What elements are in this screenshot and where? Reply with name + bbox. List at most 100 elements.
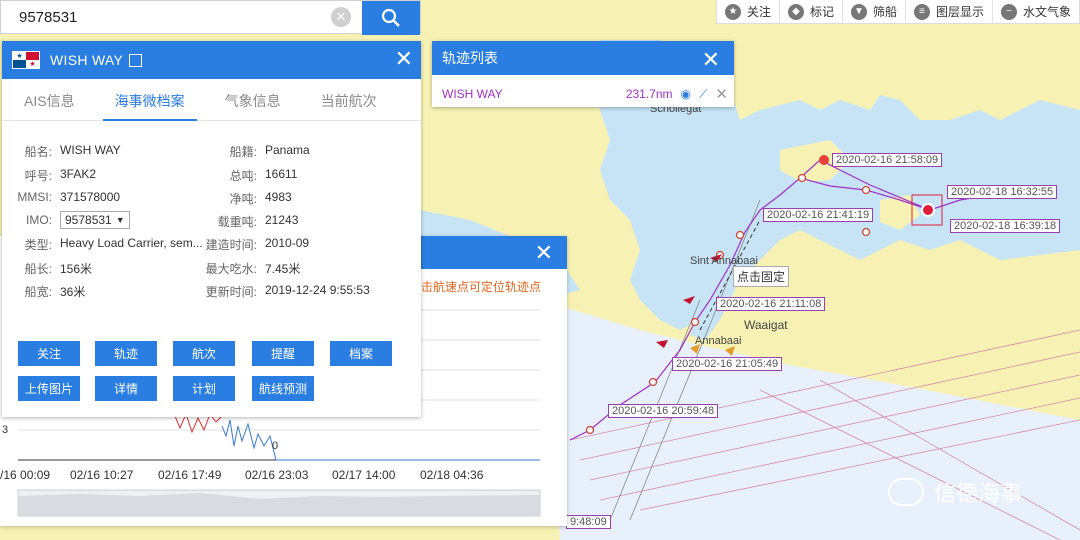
field-label: 船宽: bbox=[24, 285, 52, 299]
track-label[interactable]: 2020-02-18 16:32:55 bbox=[947, 185, 1058, 199]
plan-button[interactable]: 计划 bbox=[173, 376, 235, 401]
field-value: 156米 bbox=[60, 262, 93, 276]
toolbar-label: 图层显示 bbox=[935, 5, 984, 19]
layers-icon: ≡ bbox=[913, 3, 930, 20]
x-tick: /16 00:09 bbox=[0, 468, 51, 482]
place-annabaai: Annabaai bbox=[695, 335, 742, 347]
field-label: IMO: bbox=[26, 213, 52, 227]
reminder-button[interactable]: 提醒 bbox=[252, 341, 314, 366]
field-value: 3FAK2 bbox=[60, 167, 97, 181]
field-value: Heavy Load Carrier, sem... bbox=[60, 236, 203, 250]
x-tick: 02/16 23:03 bbox=[245, 468, 309, 482]
filter-icon: ▼ bbox=[850, 3, 867, 20]
route-forecast-button[interactable]: 航线预测 bbox=[252, 376, 314, 401]
x-tick: 02/16 17:49 bbox=[158, 468, 222, 482]
search-button[interactable] bbox=[362, 1, 420, 35]
field-value: 36米 bbox=[60, 285, 86, 299]
search-input[interactable] bbox=[1, 2, 321, 32]
field-value: 371578000 bbox=[60, 190, 121, 204]
track-label[interactable]: 2020-02-16 21:05:49 bbox=[672, 357, 783, 371]
voyage-button[interactable]: 航次 bbox=[173, 341, 235, 366]
toolbar-follow[interactable]: ★ 关注 bbox=[717, 0, 780, 24]
field-label: 船长: bbox=[24, 262, 52, 276]
toolbar-label: 水文气象 bbox=[1022, 5, 1071, 19]
field-label: 总吨: bbox=[229, 169, 257, 183]
x-tick: 02/16 10:27 bbox=[70, 468, 134, 482]
place-waaigat: Waaigat bbox=[744, 318, 788, 332]
field-label: 净吨: bbox=[229, 192, 257, 206]
field-label: 呼号: bbox=[24, 169, 52, 183]
panama-flag-icon: ★ ★ bbox=[12, 51, 40, 69]
ship-info-panel: ★ ★ WISH WAY ✕ AIS信息 海事微档案 气象信息 当前航次 船名:… bbox=[2, 41, 421, 417]
toolbar-label: 关注 bbox=[746, 5, 771, 19]
track-label[interactable]: 2020-02-16 21:58:09 bbox=[832, 153, 943, 167]
wechat-icon bbox=[888, 478, 924, 506]
track-distance: 231.7nm bbox=[625, 87, 673, 101]
toolbar-hydro[interactable]: ~ 水文气象 bbox=[993, 0, 1079, 24]
field-label: 建造时间: bbox=[205, 238, 257, 252]
close-icon[interactable]: ✕ bbox=[702, 47, 720, 73]
field-label: 最大吃水: bbox=[205, 262, 257, 276]
toolbar-filter[interactable]: ▼ 筛船 bbox=[843, 0, 906, 24]
track-ship-name: WISH WAY bbox=[442, 87, 503, 101]
watermark-text: 信德海事 bbox=[934, 481, 1023, 506]
current-ship-marker bbox=[921, 203, 935, 217]
ship-panel-header: ★ ★ WISH WAY ✕ bbox=[2, 41, 421, 79]
imo-select[interactable]: 9578531 ▼ bbox=[60, 211, 130, 229]
close-icon[interactable]: ✕ bbox=[395, 48, 413, 70]
close-icon[interactable]: ✕ bbox=[715, 85, 728, 103]
edit-icon[interactable] bbox=[129, 53, 143, 67]
field-label: 载重吨: bbox=[217, 215, 257, 229]
speed-panel-header: ✕ bbox=[420, 236, 567, 269]
field-value: 2019-12-24 9:55:53 bbox=[265, 283, 370, 297]
field-label: 船名: bbox=[24, 145, 52, 159]
upload-image-button[interactable]: 上传图片 bbox=[18, 376, 80, 401]
track-button[interactable]: 轨迹 bbox=[95, 341, 157, 366]
toolbar-label: 标记 bbox=[809, 5, 834, 19]
watermark: 信德海事 bbox=[888, 476, 1022, 508]
track-label[interactable]: 2020-02-16 20:59:48 bbox=[608, 404, 719, 418]
track-label[interactable]: 2020-02-16 21:11:08 bbox=[716, 297, 826, 311]
toolbar-layers[interactable]: ≡ 图层显示 bbox=[906, 0, 993, 24]
search-icon bbox=[381, 8, 400, 27]
ship-tabs: AIS信息 海事微档案 气象信息 当前航次 bbox=[2, 79, 421, 121]
tab-maritime-profile[interactable]: 海事微档案 bbox=[102, 79, 197, 121]
track-list-item[interactable]: WISH WAY 231.7nm ◉ ⟋ ✕ bbox=[442, 85, 728, 103]
field-value: WISH WAY bbox=[60, 143, 121, 157]
wave-icon: ~ bbox=[1000, 3, 1017, 20]
field-value: 21243 bbox=[265, 213, 299, 227]
details-button[interactable]: 详情 bbox=[95, 376, 157, 401]
field-value: Panama bbox=[265, 143, 310, 157]
toolbar-mark[interactable]: ◆ 标记 bbox=[780, 0, 843, 24]
chevron-down-icon: ▼ bbox=[115, 215, 125, 225]
track-label[interactable]: 2020-02-18 16:39:18 bbox=[950, 219, 1061, 233]
track-label[interactable]: 2020-02-16 21:41:19 bbox=[763, 208, 874, 222]
field-value: 2010-09 bbox=[265, 236, 310, 250]
toolbar-label: 筛船 bbox=[872, 5, 897, 19]
y-axis-label: 3 bbox=[2, 424, 9, 436]
chart-icon[interactable]: ⟋ bbox=[699, 87, 707, 102]
field-label: MMSI: bbox=[17, 190, 52, 204]
x-tick: 02/17 14:00 bbox=[332, 468, 396, 482]
tab-weather[interactable]: 气象信息 bbox=[213, 79, 293, 121]
track-label[interactable]: 9:48:09 bbox=[566, 515, 611, 529]
field-label: 类型: bbox=[24, 238, 52, 252]
speed-hint: 击航速点可定位轨迹点 bbox=[421, 280, 542, 294]
star-icon: ★ bbox=[724, 3, 741, 20]
track-list-header: 轨迹列表 bbox=[432, 41, 734, 75]
field-label: 更新时间: bbox=[205, 285, 257, 299]
close-icon[interactable]: ✕ bbox=[535, 240, 553, 266]
follow-button[interactable]: 关注 bbox=[18, 341, 80, 366]
start-marker bbox=[819, 155, 829, 165]
tab-current-voyage[interactable]: 当前航次 bbox=[309, 79, 389, 121]
eye-icon[interactable]: ◉ bbox=[681, 87, 691, 101]
clear-icon[interactable]: ✕ bbox=[331, 7, 351, 27]
search-bar: ✕ bbox=[0, 0, 421, 35]
zero-label: 0 bbox=[272, 440, 279, 452]
tab-ais-info[interactable]: AIS信息 bbox=[12, 79, 87, 121]
tag-icon: ◆ bbox=[787, 3, 804, 20]
field-label: 船籍: bbox=[229, 145, 257, 159]
click-to-fix-tooltip[interactable]: 点击固定 bbox=[733, 266, 790, 287]
field-value: 16611 bbox=[265, 167, 298, 181]
archive-button[interactable]: 档案 bbox=[330, 341, 392, 366]
